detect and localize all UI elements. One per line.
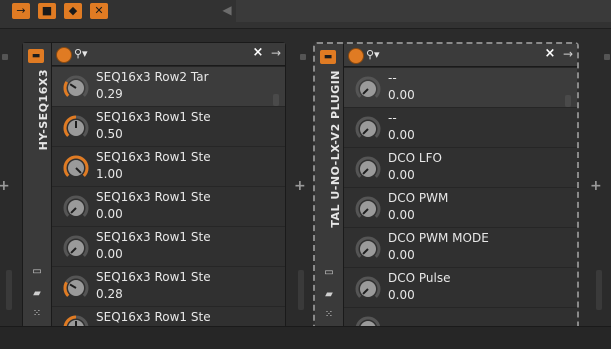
bottom-bar xyxy=(0,326,611,349)
folder-icon[interactable]: ▰ xyxy=(323,290,335,300)
param-list: SEQ16x3 Row2 Tar 0.29 SEQ16x3 Row1 Ste 0.50… xyxy=(52,66,285,328)
param-name: SEQ16x3 Row1 Ste xyxy=(96,110,211,124)
param-value: 0.29 xyxy=(96,87,123,101)
lane-marker xyxy=(604,54,610,60)
param-row[interactable]: -- 0.00 xyxy=(344,67,577,108)
param-value: 1.00 xyxy=(96,167,123,181)
search-icon: ⚲▾ xyxy=(366,48,380,61)
param-row[interactable]: SEQ16x3 Row1 Ste 0.28 xyxy=(52,266,285,307)
param-row[interactable]: DCO LFO 0.00 xyxy=(344,147,577,188)
param-value: 0.00 xyxy=(388,128,415,142)
left-arrow-icon[interactable]: ◀ xyxy=(218,0,236,20)
param-row[interactable]: DCO PWM 0.00 xyxy=(344,187,577,228)
knob-icon[interactable] xyxy=(62,74,90,102)
knob-icon[interactable] xyxy=(62,114,90,142)
window-icon[interactable]: ▭ xyxy=(323,268,335,278)
scrollbar-thumb[interactable] xyxy=(273,94,279,106)
knob-icon[interactable] xyxy=(62,194,90,222)
modulator-icon[interactable] xyxy=(56,47,72,63)
param-name: DCO PWM MODE xyxy=(388,231,489,245)
device-panel-tal-u-no-lx: ▬ TAL U-NO-LX-V2 PLUGIN ▭ ▰ ⁙ ⚲▾ × → -- 0… xyxy=(313,42,579,331)
param-row[interactable]: SEQ16x3 Row1 Ste 0.00 xyxy=(52,186,285,227)
lane-marker xyxy=(300,54,306,60)
forward-button[interactable]: → xyxy=(12,3,30,19)
param-row[interactable]: SEQ16x3 Row2 Tar 0.29 xyxy=(52,66,285,107)
param-row[interactable]: DCO PWM MODE 0.00 xyxy=(344,227,577,268)
stop-button[interactable]: ■ xyxy=(38,3,56,19)
device-sidebar: ▬ HY-SEQ16X3 ▭ ▰ ⁙ xyxy=(23,43,52,328)
param-row[interactable]: SEQ16x3 Row1 Ste 0.00 xyxy=(52,226,285,267)
window-icon[interactable]: ▭ xyxy=(31,267,43,277)
knob-icon[interactable] xyxy=(354,155,382,183)
timeline-track[interactable] xyxy=(236,0,611,22)
param-value: 0.00 xyxy=(96,247,123,261)
param-value: 0.00 xyxy=(96,207,123,221)
param-name: SEQ16x3 Row1 Ste xyxy=(96,270,211,284)
param-name: DCO PWM xyxy=(388,191,449,205)
param-name: DCO Pulse xyxy=(388,271,451,285)
device-title: TAL U-NO-LX-V2 PLUGIN xyxy=(329,70,342,228)
clear-search-button[interactable]: × xyxy=(251,46,265,60)
param-name: SEQ16x3 Row2 Tar xyxy=(96,70,209,84)
param-value: 0.00 xyxy=(388,248,415,262)
param-row[interactable]: SEQ16x3 Row1 Ste xyxy=(52,306,285,328)
clear-search-button[interactable]: × xyxy=(543,47,557,61)
modulator-icon[interactable] xyxy=(348,48,364,64)
knob-icon[interactable] xyxy=(354,275,382,303)
param-row[interactable]: -- 0.00 xyxy=(344,107,577,148)
param-name: SEQ16x3 Row1 Ste xyxy=(96,230,211,244)
param-value: 0.50 xyxy=(96,127,123,141)
knob-icon[interactable] xyxy=(354,115,382,143)
param-name: SEQ16x3 Row1 Ste xyxy=(96,190,211,204)
param-name: SEQ16x3 Row1 Ste xyxy=(96,150,211,164)
param-value: 0.00 xyxy=(388,88,415,102)
param-value: 0.28 xyxy=(96,287,123,301)
grid-icon[interactable]: ⁙ xyxy=(323,310,335,320)
device-sidebar: ▬ TAL U-NO-LX-V2 PLUGIN ▭ ▰ ⁙ xyxy=(315,44,344,329)
search-icon: ⚲▾ xyxy=(74,47,88,60)
param-name: SEQ16x3 Row1 Ste xyxy=(96,310,211,324)
knob-icon[interactable] xyxy=(62,274,90,302)
add-device-button[interactable]: + xyxy=(294,178,306,194)
knob-icon[interactable] xyxy=(354,195,382,223)
knob-icon[interactable] xyxy=(354,75,382,103)
param-row[interactable]: SEQ16x3 Row1 Ste 1.00 xyxy=(52,146,285,187)
power-icon[interactable]: ▬ xyxy=(320,50,336,64)
add-device-button[interactable]: + xyxy=(590,178,602,194)
folder-icon[interactable]: ▰ xyxy=(31,289,43,299)
power-icon[interactable]: ▬ xyxy=(28,49,44,63)
device-title: HY-SEQ16X3 xyxy=(37,69,50,151)
close-button[interactable]: ✕ xyxy=(90,3,108,19)
param-value: 0.00 xyxy=(388,208,415,222)
top-toolbar: → ■ ◆ ✕ ◀ xyxy=(0,0,611,29)
panel-handle[interactable] xyxy=(6,270,12,310)
param-name: -- xyxy=(388,111,397,125)
knob-icon[interactable] xyxy=(354,235,382,263)
arrow-right-icon[interactable]: → xyxy=(269,46,283,60)
knob-icon[interactable] xyxy=(62,234,90,262)
param-row[interactable]: DCO Pulse 0.00 xyxy=(344,267,577,308)
device-header: ⚲▾ × → xyxy=(52,43,285,66)
grid-icon[interactable]: ⁙ xyxy=(31,309,43,319)
param-list: -- 0.00 -- 0.00 DCO LFO 0.00 DCO PWM 0.00 DCO PW… xyxy=(344,67,577,329)
lane-marker xyxy=(2,54,8,60)
knob-icon[interactable] xyxy=(62,154,90,182)
search-field[interactable]: ⚲▾ xyxy=(74,47,234,61)
panel-handle[interactable] xyxy=(298,270,304,310)
param-value: 0.00 xyxy=(388,288,415,302)
param-name: DCO LFO xyxy=(388,151,442,165)
param-name: -- xyxy=(388,71,397,85)
search-field[interactable]: ⚲▾ xyxy=(366,48,526,62)
device-panel-hy-seq16x3: ▬ HY-SEQ16X3 ▭ ▰ ⁙ ⚲▾ × → SEQ16x3 Row2 T… xyxy=(22,42,286,329)
param-row[interactable]: SEQ16x3 Row1 Ste 0.50 xyxy=(52,106,285,147)
diamond-button[interactable]: ◆ xyxy=(64,3,82,19)
device-header: ⚲▾ × → xyxy=(344,44,577,67)
scrollbar-thumb[interactable] xyxy=(565,95,571,107)
arrow-right-icon[interactable]: → xyxy=(561,47,575,61)
panel-handle[interactable] xyxy=(596,270,602,310)
add-device-button[interactable]: + xyxy=(0,178,10,194)
param-value: 0.00 xyxy=(388,168,415,182)
